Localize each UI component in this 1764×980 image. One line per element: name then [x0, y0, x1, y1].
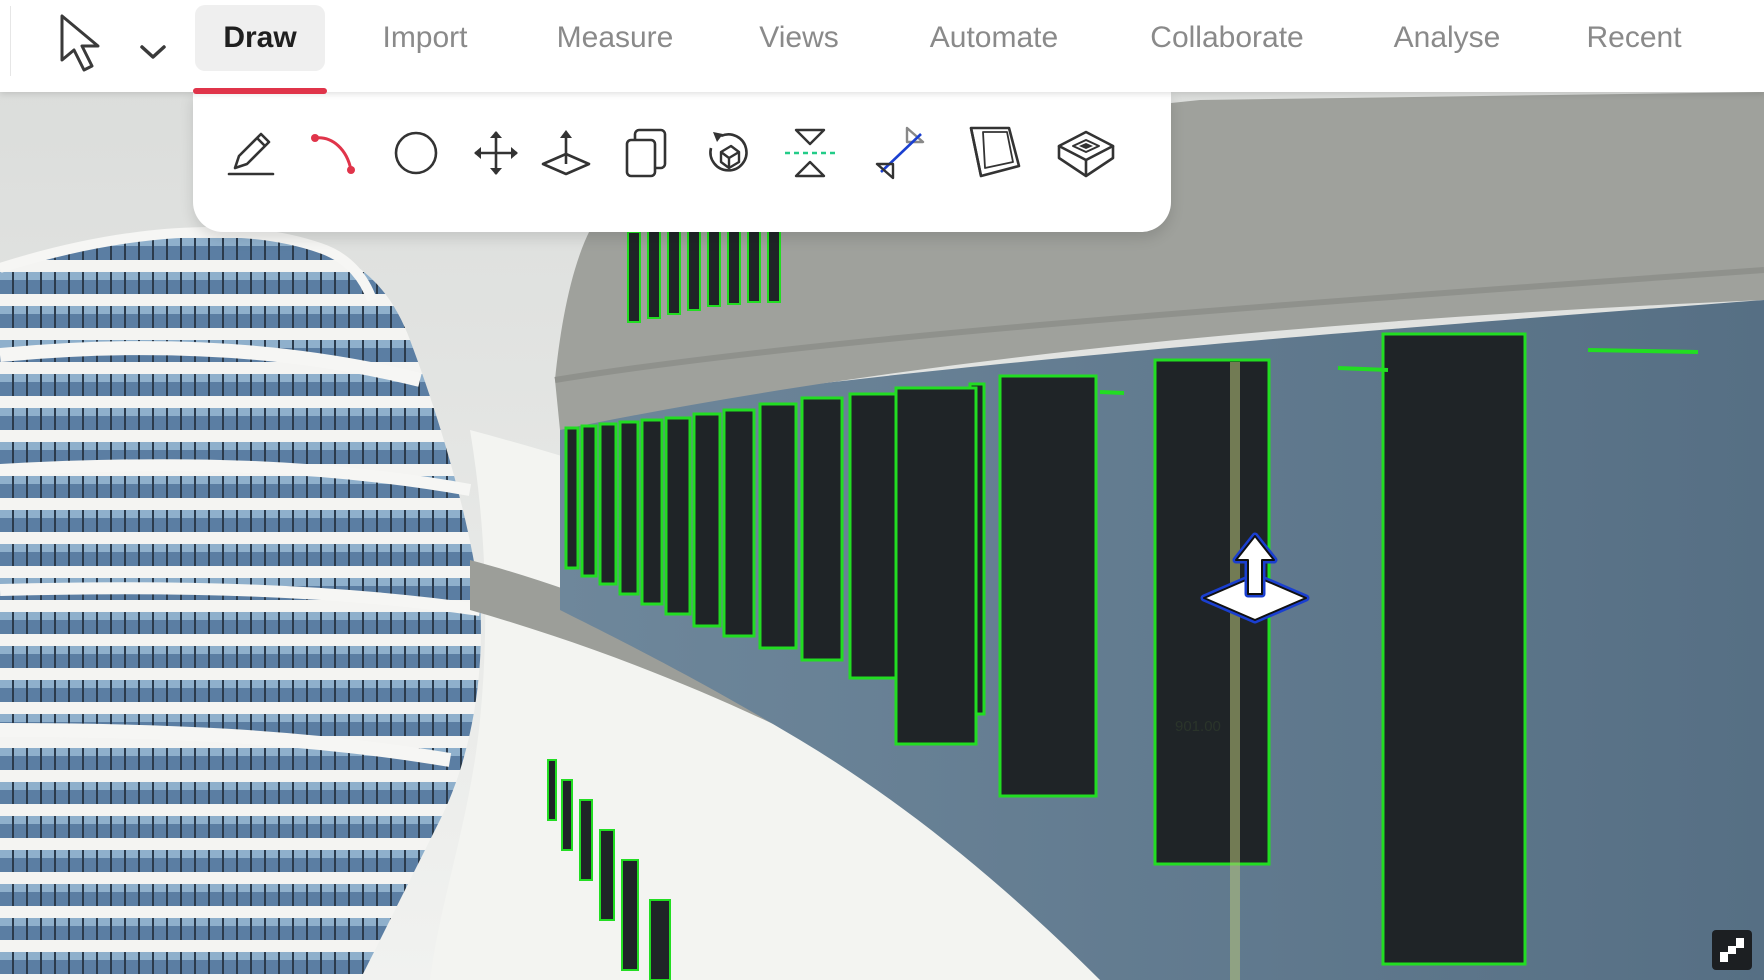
top-menu-bar: Draw Import Measure Views Automate Colla… [0, 0, 1764, 92]
chevron-down-icon[interactable] [138, 42, 168, 62]
flip-icon [785, 128, 835, 178]
rotate-icon [709, 132, 748, 172]
push-pull-icon [541, 130, 591, 176]
tool-circle[interactable] [385, 122, 447, 184]
menu-separator [10, 6, 11, 76]
tab-views[interactable]: Views [744, 5, 854, 71]
tool-mirror[interactable] [869, 122, 931, 184]
tab-draw[interactable]: Draw [195, 5, 325, 71]
tab-import[interactable]: Import [360, 5, 490, 71]
tab-recent[interactable]: Recent [1570, 5, 1698, 71]
dimension-label: 901.00 [1175, 718, 1221, 735]
circle-icon [394, 131, 438, 175]
offset-icon [969, 126, 1021, 178]
pencil-icon [227, 132, 275, 176]
tool-push-pull[interactable] [535, 122, 597, 184]
vertical-guide [1230, 362, 1240, 980]
select-tool-button[interactable] [52, 8, 172, 78]
tab-automate[interactable]: Automate [912, 5, 1076, 71]
tool-move[interactable] [465, 122, 527, 184]
tool-flip[interactable] [779, 122, 841, 184]
move-gizmo-icon [1200, 532, 1310, 624]
tool-pencil[interactable] [221, 122, 283, 184]
tool-solid[interactable] [1055, 122, 1117, 184]
tool-arc[interactable] [303, 122, 365, 184]
move-icon [474, 131, 518, 175]
logo-badge[interactable] [1712, 930, 1752, 970]
copy-icon [625, 128, 667, 178]
tab-measure[interactable]: Measure [538, 5, 692, 71]
move-gizmo[interactable] [1198, 528, 1312, 634]
draw-toolbar [193, 92, 1171, 232]
tool-rotate[interactable] [697, 122, 759, 184]
app-logo-icon [1720, 938, 1744, 962]
tab-analyse[interactable]: Analyse [1378, 5, 1516, 71]
solid-icon [1057, 130, 1115, 178]
cursor-arrow-icon [60, 14, 100, 72]
active-tab-indicator [193, 88, 327, 94]
tab-collaborate[interactable]: Collaborate [1136, 5, 1318, 71]
tool-copy[interactable] [615, 122, 677, 184]
arc-icon [311, 134, 355, 174]
mirror-icon [875, 126, 925, 180]
left-tower [0, 227, 481, 980]
tool-offset[interactable] [963, 122, 1025, 184]
